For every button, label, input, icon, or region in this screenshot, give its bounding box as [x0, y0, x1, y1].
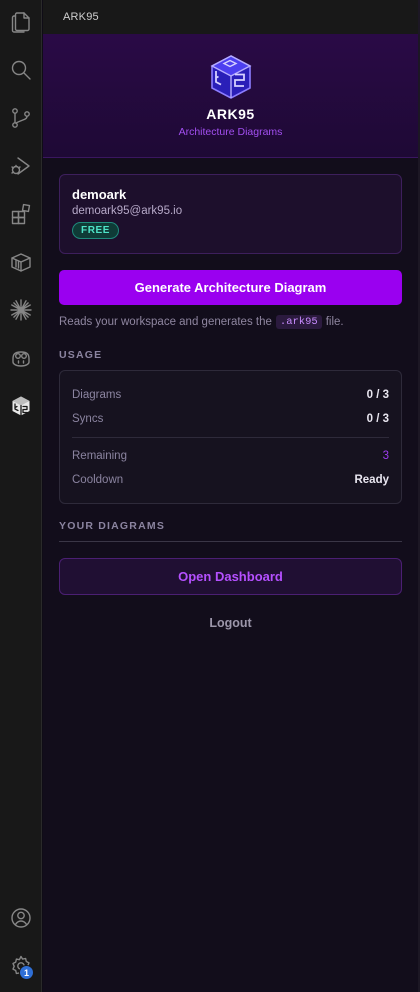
ark95-button[interactable]: [0, 386, 42, 426]
user-card: demoark demoark95@ark95.io FREE: [59, 174, 402, 254]
extensions-icon: [11, 203, 31, 225]
hint-text-before: Reads your workspace and generates the: [59, 316, 272, 328]
ark95-logo: [209, 55, 252, 99]
ark95-sidebar: ARK95 ARK95 Architecture Diagrams demoar…: [43, 0, 418, 992]
account-button[interactable]: [0, 898, 42, 938]
hero-banner: ARK95 Architecture Diagrams: [43, 34, 418, 158]
usage-row-syncs: Syncs 0 / 3: [72, 407, 389, 431]
usage-label: Syncs: [72, 413, 104, 425]
generate-hint: Reads your workspace and generates the .…: [59, 315, 402, 329]
usage-section-title: USAGE: [59, 349, 103, 361]
usage-row-remaining: Remaining 3: [72, 444, 389, 468]
usage-divider: [72, 437, 389, 438]
copilot-icon: [12, 351, 30, 367]
copilot-button[interactable]: [0, 338, 42, 378]
hero-subtitle: Architecture Diagrams: [178, 126, 283, 138]
starburst-icon: [10, 299, 32, 321]
search-button[interactable]: [0, 50, 42, 90]
account-icon: [11, 908, 31, 928]
usage-label: Remaining: [72, 450, 127, 462]
starburst-button[interactable]: [0, 290, 42, 330]
sidebar-title: ARK95: [63, 11, 99, 23]
hero-title: ARK95: [206, 106, 255, 122]
run-debug-button[interactable]: [0, 146, 42, 186]
diagrams-section-title: YOUR DIAGRAMS: [59, 520, 166, 532]
usage-label: Cooldown: [72, 474, 124, 486]
search-icon: [11, 60, 31, 80]
ark95-cube-icon: [12, 396, 30, 417]
usage-value: 0 / 3: [366, 413, 389, 425]
usage-value: Ready: [354, 474, 389, 486]
activity-bar: 1: [0, 0, 42, 992]
usage-value: 0 / 3: [366, 389, 389, 401]
explorer-button[interactable]: [0, 2, 42, 42]
hint-text-after: file.: [325, 316, 344, 328]
package-box-icon: [11, 253, 31, 272]
source-control-button[interactable]: [0, 98, 42, 138]
extensions-button[interactable]: [0, 194, 42, 234]
open-dashboard-button[interactable]: Open Dashboard: [59, 558, 402, 595]
usage-card: Diagrams 0 / 3 Syncs 0 / 3 Remaining 3 C…: [59, 370, 402, 504]
user-name: demoark: [72, 187, 127, 202]
plan-badge: FREE: [72, 222, 120, 239]
logout-link[interactable]: Logout: [59, 616, 402, 630]
hint-code-chip: .ark95: [275, 315, 322, 329]
run-debug-icon: [11, 157, 30, 175]
usage-label: Diagrams: [72, 389, 122, 401]
usage-value: 3: [382, 450, 389, 462]
usage-row-diagrams: Diagrams 0 / 3: [72, 383, 389, 407]
source-control-icon: [12, 108, 30, 128]
usage-row-cooldown: Cooldown Ready: [72, 468, 389, 492]
explorer-files-icon: [11, 12, 30, 33]
notification-badge: 1: [19, 965, 34, 980]
generate-diagram-button[interactable]: Generate Architecture Diagram: [59, 270, 402, 305]
sidebar-header: ARK95: [43, 0, 418, 34]
package-button[interactable]: [0, 242, 42, 282]
diagrams-divider: [59, 541, 402, 542]
user-email: demoark95@ark95.io: [72, 205, 183, 217]
sidebar-content: demoark demoark95@ark95.io FREE Generate…: [43, 158, 418, 630]
manage-settings-button[interactable]: 1: [0, 946, 42, 986]
